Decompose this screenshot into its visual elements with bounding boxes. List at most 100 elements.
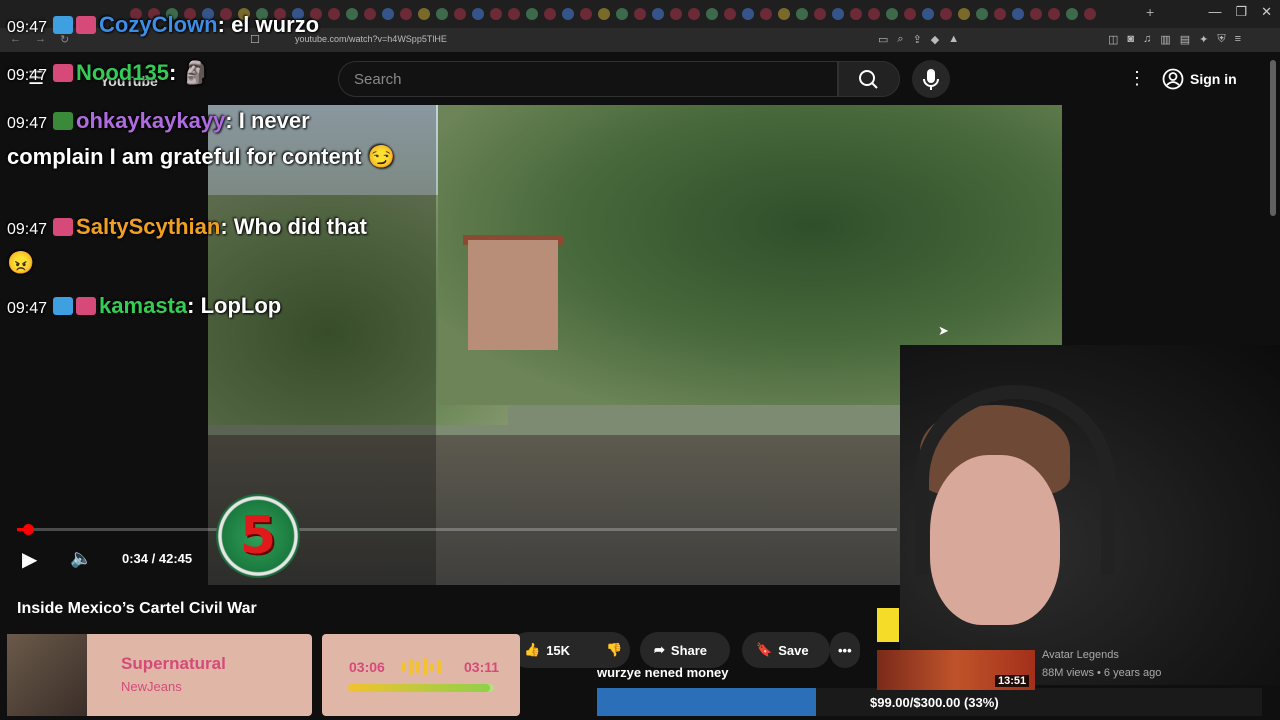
zoom-icon[interactable]: ⌕ <box>897 33 903 46</box>
browser-tab[interactable] <box>670 8 682 20</box>
browser-tab[interactable] <box>454 8 466 20</box>
sparkle-icon[interactable]: ✦ <box>1199 33 1208 46</box>
close-icon[interactable]: ✕ <box>1261 4 1272 20</box>
minimize-icon[interactable]: — <box>1208 4 1221 20</box>
sign-in-button[interactable]: Sign in <box>1162 62 1252 96</box>
save-button[interactable]: 🔖 Save <box>742 632 830 668</box>
browser-tab[interactable] <box>382 8 394 20</box>
browser-tab[interactable] <box>724 8 736 20</box>
more-vertical-icon[interactable]: ⋮ <box>1128 68 1146 89</box>
thumbs-up-icon: 👍 <box>524 642 541 657</box>
chat-username[interactable]: ohkaykaykayy <box>76 108 225 133</box>
browser-tab[interactable] <box>796 8 808 20</box>
new-tab-icon[interactable]: + <box>1146 4 1154 20</box>
wallet-icon[interactable]: ▤ <box>1180 33 1190 46</box>
video-progress-handle[interactable] <box>23 524 34 535</box>
browser-tab[interactable] <box>832 8 844 20</box>
shield-icon[interactable]: ◆ <box>931 33 939 46</box>
browser-tab[interactable] <box>742 8 754 20</box>
scrollbar-thumb[interactable] <box>1270 60 1276 216</box>
browser-tab[interactable] <box>472 8 484 20</box>
emote-icon: 😏 <box>367 144 396 169</box>
browser-tab[interactable] <box>940 8 952 20</box>
browser-tab[interactable] <box>850 8 862 20</box>
extension-icons-right: ◫ ◙ ♫ ▥ ▤ ✦ ⛨ ≡ <box>1108 33 1241 46</box>
chat-text: Who did that <box>233 214 367 239</box>
browser-tab[interactable] <box>436 8 448 20</box>
search-placeholder: Search <box>354 71 402 88</box>
like-button[interactable]: 👍 15K <box>510 632 600 668</box>
browser-tab[interactable] <box>598 8 610 20</box>
browser-tab[interactable] <box>616 8 628 20</box>
browser-tab[interactable] <box>706 8 718 20</box>
camera-icon[interactable]: ◙ <box>1127 33 1134 46</box>
browser-tab[interactable] <box>544 8 556 20</box>
browser-tab[interactable] <box>634 8 646 20</box>
dislike-button[interactable]: 👎 <box>600 632 630 668</box>
browser-tab[interactable] <box>418 8 430 20</box>
chat-username[interactable]: kamasta <box>99 293 187 318</box>
browser-tab[interactable] <box>364 8 376 20</box>
chat-text: el wurzo <box>231 12 320 37</box>
window-controls: — ❐ ✕ <box>1208 4 1272 20</box>
browser-tab[interactable] <box>328 8 340 20</box>
extension-icon[interactable]: ◫ <box>1108 33 1118 46</box>
browser-tab[interactable] <box>400 8 412 20</box>
recommended-video-channel[interactable]: Avatar Legends <box>1042 649 1119 661</box>
sidebar-icon[interactable]: ▥ <box>1160 33 1170 46</box>
share-button[interactable]: ➦ Share <box>640 632 730 668</box>
video-progress-track[interactable] <box>17 528 897 531</box>
browser-tab[interactable] <box>1030 8 1042 20</box>
account-icon <box>1162 68 1184 90</box>
browser-tab[interactable] <box>904 8 916 20</box>
chat-timestamp: 09:47 <box>7 115 48 132</box>
music-icon[interactable]: ♫ <box>1143 33 1151 46</box>
browser-tab[interactable] <box>688 8 700 20</box>
browser-tab[interactable] <box>886 8 898 20</box>
browser-tab[interactable] <box>976 8 988 20</box>
chat-username[interactable]: CozyClown <box>99 12 218 37</box>
chat-badge-icon <box>53 16 74 34</box>
chat-username[interactable]: SaltyScythian <box>76 214 220 239</box>
browser-tab[interactable] <box>508 8 520 20</box>
browser-tab[interactable] <box>1084 8 1096 20</box>
mouse-cursor-icon: ➤ <box>938 323 949 338</box>
browser-tab[interactable] <box>958 8 970 20</box>
share-label: Share <box>670 642 708 658</box>
browser-tab[interactable] <box>922 8 934 20</box>
browser-tab[interactable] <box>868 8 880 20</box>
song-elapsed: 03:06 <box>349 659 385 675</box>
browser-tab[interactable] <box>994 8 1006 20</box>
browser-tab[interactable] <box>1066 8 1078 20</box>
search-button[interactable] <box>838 61 900 97</box>
microphone-icon <box>923 69 939 90</box>
browser-tab[interactable] <box>1012 8 1024 20</box>
more-actions-button[interactable]: ••• <box>830 632 860 668</box>
warning-icon[interactable]: ▲ <box>948 33 959 46</box>
emote-icon: 😠 <box>7 250 35 275</box>
browser-tab[interactable] <box>760 8 772 20</box>
browser-tab[interactable] <box>814 8 826 20</box>
share-page-icon[interactable]: ⇪ <box>913 33 922 46</box>
video-building <box>468 240 558 350</box>
screen-icon[interactable]: ▭ <box>878 33 888 46</box>
search-input[interactable] <box>338 61 838 97</box>
browser-tab[interactable] <box>652 8 664 20</box>
browser-tab[interactable] <box>562 8 574 20</box>
vpn-icon[interactable]: ⛨ <box>1217 33 1225 46</box>
browser-tab[interactable] <box>778 8 790 20</box>
browser-tab[interactable] <box>580 8 592 20</box>
browser-tab[interactable] <box>346 8 358 20</box>
browser-menu-icon[interactable]: ≡ <box>1235 33 1241 46</box>
browser-tab[interactable] <box>1048 8 1060 20</box>
thumbs-down-icon: 👎 <box>606 642 623 657</box>
maximize-icon[interactable]: ❐ <box>1235 4 1247 20</box>
volume-icon[interactable]: 🔈 <box>70 548 92 569</box>
chat-username[interactable]: Nood135 <box>76 60 169 85</box>
song-artist: NewJeans <box>121 679 182 694</box>
play-icon[interactable]: ▶ <box>22 547 37 572</box>
sign-in-label: Sign in <box>1190 71 1237 87</box>
browser-tab[interactable] <box>490 8 502 20</box>
browser-tab[interactable] <box>526 8 538 20</box>
voice-search-button[interactable] <box>912 60 950 98</box>
